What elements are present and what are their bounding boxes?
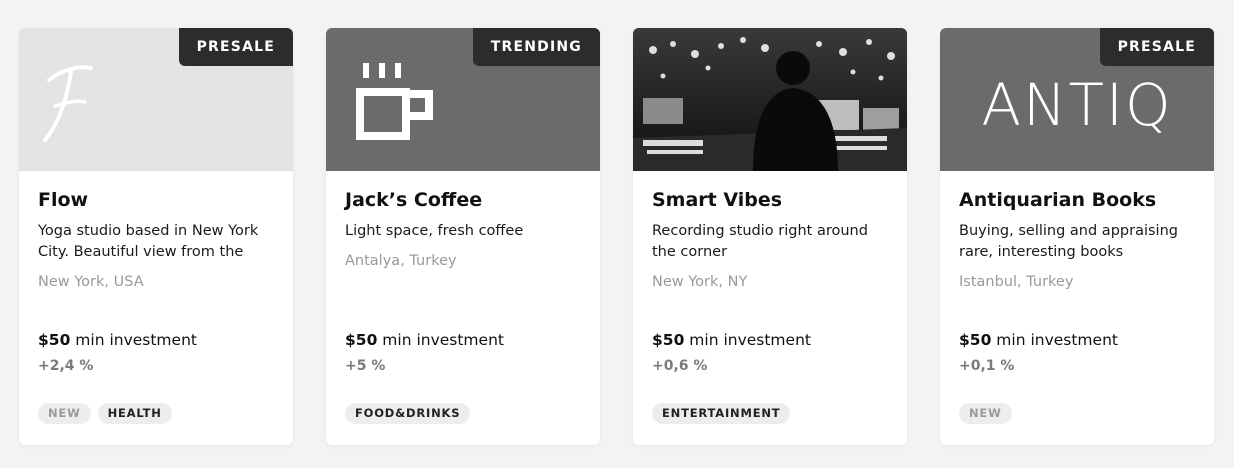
card-description: Recording studio right around the corner [652,223,868,260]
min-investment: $50 min investment [38,331,197,349]
card-location: Istanbul, Turkey [959,274,1074,290]
invest-amount: $50 [959,331,992,349]
tag-entertainment[interactable]: ENTERTAINMENT [652,403,791,424]
min-investment: $50 min investment [345,331,504,349]
card-description: Buying, selling and appraising rare, int… [959,223,1178,260]
min-investment: $50 min investment [959,331,1118,349]
antiq-logo-icon: ANTIQ [940,70,1214,140]
tag-new[interactable]: NEW [38,403,91,424]
status-badge: PRESALE [178,28,293,66]
card-cover: TRENDING [326,28,600,171]
project-card-flow[interactable]: PRESALE Flow Yoga studio based in New Yo… [19,28,293,445]
card-cover: PRESALE [19,28,293,171]
tag-new[interactable]: NEW [959,403,1012,424]
tag-list: NEW HEALTH [38,403,172,424]
card-description: Light space, fresh coffee [345,223,524,239]
change-percent: +0,6 % [652,358,708,374]
card-title: Smart Vibes [652,189,783,211]
card-cover [633,28,907,171]
card-title: Jack’s Coffee [345,189,483,211]
card-location: Antalya, Turkey [345,253,457,269]
tag-food-drinks[interactable]: FOOD&DRINKS [345,403,471,424]
tag-list: NEW [959,403,1012,424]
invest-amount: $50 [345,331,378,349]
tag-health[interactable]: HEALTH [97,403,172,424]
card-location: New York, NY [652,274,748,290]
invest-label: min investment [377,331,504,349]
project-card-jacks-coffee[interactable]: TRENDING Jack’s Coffee Light space, fres… [326,28,600,445]
card-location: New York, USA [38,274,144,290]
card-cover: ANTIQ PRESALE [940,28,1214,171]
card-title: Flow [38,189,89,211]
card-title: Antiquarian Books [959,189,1157,211]
recording-studio-photo-icon [633,28,907,171]
invest-label: min investment [684,331,811,349]
change-percent: +0,1 % [959,358,1015,374]
status-badge: TRENDING [472,28,600,66]
tag-list: ENTERTAINMENT [652,403,791,424]
project-card-smart-vibes[interactable]: Smart Vibes Recording studio right aroun… [633,28,907,445]
invest-label: min investment [70,331,197,349]
status-badge: PRESALE [1099,28,1214,66]
invest-amount: $50 [652,331,685,349]
tag-list: FOOD&DRINKS [345,403,471,424]
card-description: Yoga studio based in New York City. Beau… [38,223,259,260]
project-card-grid: PRESALE Flow Yoga studio based in New Yo… [19,28,1214,445]
antiq-logo-text: ANTIQ [981,71,1173,139]
change-percent: +5 % [345,358,386,374]
invest-label: min investment [991,331,1118,349]
min-investment: $50 min investment [652,331,811,349]
project-card-antiquarian-books[interactable]: ANTIQ PRESALE Antiquarian Books Buying, … [940,28,1214,445]
invest-amount: $50 [38,331,71,349]
change-percent: +2,4 % [38,358,94,374]
